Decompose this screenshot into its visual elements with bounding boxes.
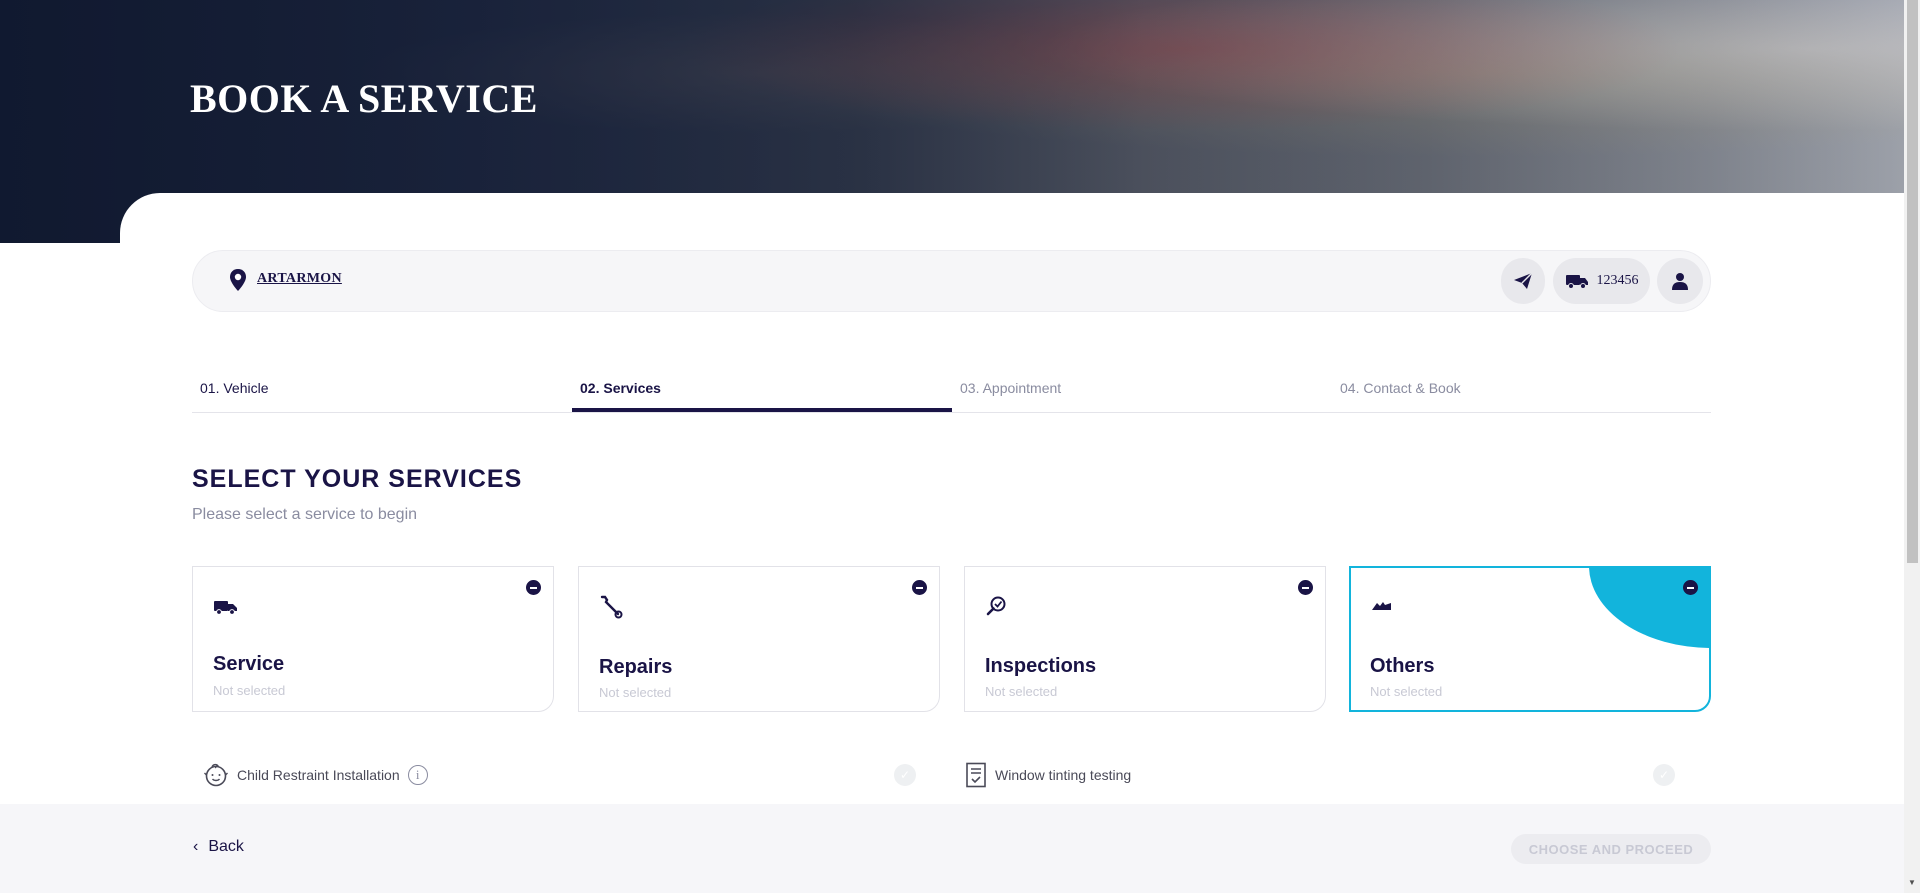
service-card-inspections[interactable]: Inspections Not selected: [964, 566, 1326, 712]
page-title: BOOK A SERVICE: [190, 76, 538, 121]
rego-number: 123456: [1596, 273, 1639, 288]
baby-face-icon: [204, 763, 228, 787]
service-card-others[interactable]: Others Not selected: [1349, 566, 1711, 712]
chevron-left-icon: ‹: [193, 838, 199, 855]
sub-service-label: Child Restraint Installation: [237, 767, 400, 783]
deselect-icon[interactable]: [1298, 580, 1313, 595]
card-status: Not selected: [1370, 684, 1443, 699]
user-icon: [1672, 273, 1688, 290]
service-card-repairs[interactable]: Repairs Not selected: [578, 566, 940, 712]
scrollbar-thumb[interactable]: [1907, 0, 1918, 563]
checkbox-child-restraint[interactable]: ✓: [894, 764, 916, 786]
location-pin-icon: [230, 269, 246, 291]
others-icon: [1372, 602, 1391, 610]
section-subtitle: Please select a service to begin: [192, 506, 418, 523]
deselect-icon[interactable]: [912, 580, 927, 595]
send-button[interactable]: [1501, 258, 1545, 304]
card-title: Service: [213, 653, 285, 675]
active-step-indicator: [572, 408, 952, 412]
truck-icon: [1565, 275, 1588, 289]
location-bar: [192, 250, 1711, 312]
selected-accent: [1589, 568, 1709, 648]
section-title: SELECT YOUR SERVICES: [192, 465, 523, 493]
magnifier-check-icon: [986, 596, 1006, 616]
card-title: Repairs: [599, 656, 673, 678]
account-button[interactable]: [1657, 258, 1703, 304]
step-vehicle[interactable]: 01. Vehicle: [200, 380, 269, 396]
card-title: Inspections: [985, 655, 1097, 677]
deselect-icon[interactable]: [526, 580, 541, 595]
progress-steps: 01. Vehicle 02. Services 03. Appointment…: [192, 372, 1711, 413]
step-appointment[interactable]: 03. Appointment: [960, 380, 1061, 396]
truck-icon: [214, 601, 237, 615]
card-status: Not selected: [599, 685, 672, 700]
info-icon[interactable]: i: [407, 765, 428, 785]
card-status: Not selected: [985, 684, 1058, 699]
choose-and-proceed-button[interactable]: CHOOSE AND PROCEED: [1511, 834, 1711, 864]
step-contact-book[interactable]: 04. Contact & Book: [1340, 380, 1461, 396]
deselect-icon[interactable]: [1683, 580, 1698, 595]
sub-service-child-restraint[interactable]: Child Restraint Installation i: [203, 760, 428, 790]
sub-service-window-tinting[interactable]: Window tinting testing: [965, 760, 1131, 790]
sub-service-label: Window tinting testing: [995, 767, 1132, 783]
checklist-icon: [966, 762, 986, 788]
vehicle-button[interactable]: 123456: [1553, 258, 1650, 304]
card-status: Not selected: [213, 683, 286, 698]
location-link[interactable]: ARTARMON: [257, 271, 342, 287]
wrench-icon: [600, 595, 623, 619]
paper-plane-icon: [1514, 272, 1533, 289]
back-button[interactable]: ‹ Back: [193, 838, 244, 856]
scroll-down-icon[interactable]: ▼: [1907, 878, 1917, 888]
checkbox-window-tinting[interactable]: ✓: [1653, 764, 1675, 786]
step-services[interactable]: 02. Services: [580, 380, 661, 396]
card-title: Others: [1370, 655, 1435, 677]
back-label: Back: [208, 838, 244, 855]
service-card-service[interactable]: Service Not selected: [192, 566, 554, 712]
